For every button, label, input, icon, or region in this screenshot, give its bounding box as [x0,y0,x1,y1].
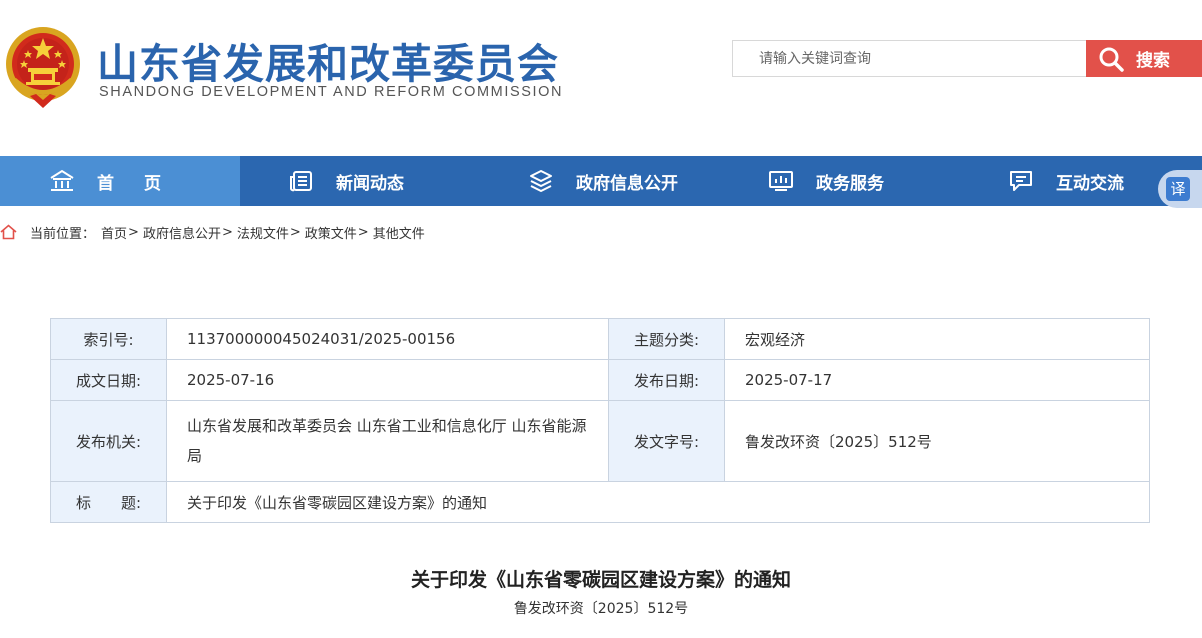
document-meta-table: 索引号: 113700000045024031/2025-00156 主题分类:… [50,318,1150,523]
nav-label-news: 新闻动态 [336,173,404,194]
search-button[interactable]: 搜索 [1086,40,1202,77]
translate-button[interactable]: 译 [1158,170,1202,208]
layers-icon [530,170,552,192]
site-subtitle: SHANDONG DEVELOPMENT AND REFORM COMMISSI… [99,84,564,100]
nav-item-home[interactable]: 首页 [0,156,240,206]
breadcrumb-policy-docs[interactable]: 政策文件 [305,223,357,242]
org-label: 发布机关: [50,400,167,482]
nav-item-gov-info[interactable]: 政府信息公开 [528,156,678,206]
document-title: 关于印发《山东省零碳园区建设方案》的通知 [410,569,791,591]
breadcrumb-separator: > [128,224,139,240]
meta-row: 标 题: 关于印发《山东省零碳园区建设方案》的通知 [50,481,1150,523]
meta-row: 索引号: 113700000045024031/2025-00156 主题分类:… [50,318,1150,360]
org-value: 山东省发展和改革委员会 山东省工业和信息化厅 山东省能源局 [166,400,609,482]
publish-date-label: 发布日期: [608,359,725,401]
document-number: 鲁发改环资〔2025〕512号 [513,601,689,617]
date-label: 成文日期: [50,359,167,401]
title-label: 标 题: [50,481,167,523]
doc-number-label: 发文字号: [608,400,725,482]
home-icon [50,169,74,191]
title-value: 关于印发《山东省零碳园区建设方案》的通知 [166,481,1150,523]
nav-label-gov-info: 政府信息公开 [576,173,678,194]
breadcrumb: 当前位置： 首页 > 政府信息公开 > 法规文件 > 政策文件 > 其他文件 [0,223,425,242]
breadcrumb-separator: > [357,224,369,240]
national-emblem-icon[interactable] [4,24,82,108]
nav-label-home: 首页 [97,173,191,194]
date-value: 2025-07-16 [166,359,609,401]
meta-row: 成文日期: 2025-07-16 发布日期: 2025-07-17 [50,359,1150,401]
breadcrumb-other-docs[interactable]: 其他文件 [373,223,425,242]
home-outline-icon [0,224,17,240]
index-label: 索引号: [50,318,167,360]
doc-number-value: 鲁发改环资〔2025〕512号 [724,400,1150,482]
breadcrumb-gov-info[interactable]: 政府信息公开 [143,223,221,242]
news-icon [290,171,312,192]
search-box [732,40,1086,77]
publish-date-value: 2025-07-17 [724,359,1150,401]
main-nav: 首页 新闻动态 政府信息公开 政务服务 互动交流 [0,156,1202,206]
chat-icon [1010,171,1032,191]
topic-value: 宏观经济 [724,318,1150,360]
breadcrumb-separator: > [221,224,233,240]
search-icon [1099,47,1124,72]
index-value: 113700000045024031/2025-00156 [166,318,609,360]
nav-label-interaction: 互动交流 [1056,173,1124,194]
breadcrumb-regulations[interactable]: 法规文件 [237,223,289,242]
nav-item-services[interactable]: 政务服务 [768,156,884,206]
nav-item-interaction[interactable]: 互动交流 [1008,156,1124,206]
nav-label-services: 政务服务 [816,173,884,194]
site-title: 山东省发展和改革委员会 [97,40,559,88]
search-button-label: 搜索 [1136,51,1170,71]
breadcrumb-separator: > [289,224,301,240]
nav-item-news[interactable]: 新闻动态 [288,156,404,206]
meta-row: 发布机关: 山东省发展和改革委员会 山东省工业和信息化厅 山东省能源局 发文字号… [50,400,1150,482]
breadcrumb-prefix: 当前位置： [30,226,96,242]
translate-icon: 译 [1166,177,1190,201]
topic-label: 主题分类: [608,318,725,360]
breadcrumb-home[interactable]: 首页 [101,223,127,242]
search-input[interactable] [733,41,1063,76]
chart-icon [769,171,793,191]
site-header: 山东省发展和改革委员会 SHANDONG DEVELOPMENT AND REF… [0,0,1202,156]
